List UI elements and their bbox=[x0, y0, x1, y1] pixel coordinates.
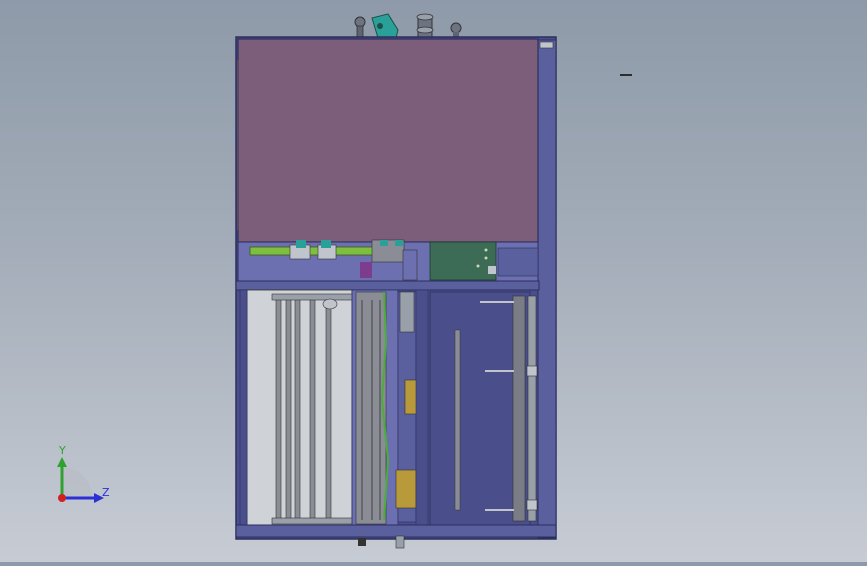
top-fittings bbox=[354, 13, 462, 39]
axis-y-label: Y bbox=[59, 444, 66, 457]
green-rail bbox=[249, 246, 376, 256]
coordinate-triad-icon bbox=[50, 455, 110, 510]
divider-bar bbox=[235, 280, 540, 291]
axis-z-label: Z bbox=[102, 486, 110, 499]
cad-viewport[interactable]: Y Z bbox=[0, 0, 867, 562]
right-column bbox=[537, 39, 557, 539]
bottom-bar bbox=[235, 524, 557, 538]
control-board bbox=[429, 241, 497, 281]
machine-model[interactable] bbox=[0, 0, 867, 562]
top-cover-panel[interactable] bbox=[237, 38, 539, 243]
center-mechanism bbox=[351, 289, 429, 527]
minimize-icon[interactable] bbox=[620, 74, 632, 76]
